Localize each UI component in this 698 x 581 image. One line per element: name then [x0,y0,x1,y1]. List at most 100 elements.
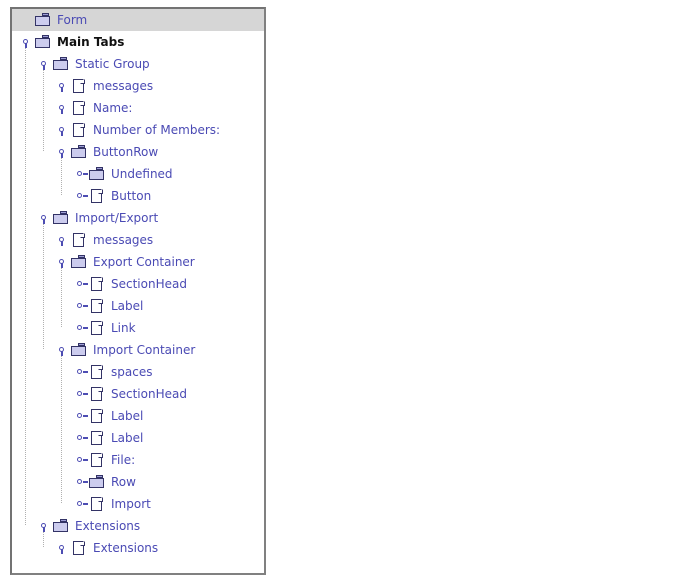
tree-node-undefined[interactable]: Undefined [74,163,173,185]
tree-row[interactable]: Extensions [12,515,264,537]
tree-row[interactable]: Name: [12,97,264,119]
expand-toggle-icon[interactable] [20,31,34,53]
folder-icon [70,143,88,161]
collapse-toggle-icon[interactable] [74,163,88,185]
tree-row[interactable]: Form [12,9,264,31]
tree-node-label: spaces [111,365,153,379]
tree-row[interactable]: Row [12,471,264,493]
tree-node-import-export[interactable]: Import/Export [38,207,158,229]
tree-row[interactable]: File: [12,449,264,471]
tree-node-label: Number of Members: [93,123,221,137]
tree-node-sectionhead[interactable]: SectionHead [74,383,187,405]
tree-node-button[interactable]: Button [74,185,151,207]
expand-toggle-icon[interactable] [56,339,70,361]
expand-toggle-icon[interactable] [56,97,70,119]
file-icon [88,495,106,513]
collapse-toggle-icon[interactable] [74,273,88,295]
file-icon [88,451,106,469]
collapse-toggle-icon[interactable] [74,361,88,383]
tree-node-label: Name: [93,101,133,115]
tree-row[interactable]: Main Tabs [12,31,264,53]
tree-row[interactable]: Link [12,317,264,339]
tree-row[interactable]: ButtonRow [12,141,264,163]
tree-node-spaces[interactable]: spaces [74,361,152,383]
collapse-toggle-icon[interactable] [74,383,88,405]
tree-node-label[interactable]: Label [74,427,143,449]
form-tree-panel[interactable]: Form Main Tabs Static Group messages Name: Nu… [10,7,266,575]
expand-toggle-icon[interactable] [56,229,70,251]
tree-row[interactable]: messages [12,229,264,251]
file-icon [70,121,88,139]
tree-node-number-of-members[interactable]: Number of Members: [56,119,220,141]
folder-icon [52,55,70,73]
tree-node-form[interactable]: Form [20,9,87,31]
tree-row[interactable]: Label [12,405,264,427]
file-icon [88,407,106,425]
collapse-toggle-icon[interactable] [74,493,88,515]
tree-node-messages[interactable]: messages [56,229,153,251]
collapse-toggle-icon[interactable] [74,471,88,493]
collapse-toggle-icon[interactable] [74,295,88,317]
tree-node-messages[interactable]: messages [56,75,153,97]
file-icon [88,275,106,293]
tree-node-label: Import Container [93,343,196,357]
tree-node-label: messages [93,79,154,93]
expand-toggle-icon[interactable] [38,207,52,229]
tree-node-import[interactable]: Import [74,493,151,515]
tree-row[interactable]: Number of Members: [12,119,264,141]
file-icon [88,187,106,205]
tree-node-label: Link [111,321,136,335]
tree-node-label: Undefined [111,167,173,181]
tree-node-static-group[interactable]: Static Group [38,53,150,75]
tree-row[interactable]: messages [12,75,264,97]
tree-row[interactable]: SectionHead [12,273,264,295]
tree-row[interactable]: Button [12,185,264,207]
file-icon [88,297,106,315]
tree-row[interactable]: Undefined [12,163,264,185]
tree-view[interactable]: Form Main Tabs Static Group messages Name: Nu… [12,9,264,559]
tree-row[interactable]: spaces [12,361,264,383]
tree-node-name[interactable]: Name: [56,97,132,119]
tree-node-buttonrow[interactable]: ButtonRow [56,141,158,163]
file-icon [70,99,88,117]
expand-toggle-icon[interactable] [56,75,70,97]
collapse-toggle-icon[interactable] [74,405,88,427]
folder-icon [34,11,52,29]
expand-toggle-icon[interactable] [38,53,52,75]
collapse-toggle-icon[interactable] [74,185,88,207]
tree-row[interactable]: Import [12,493,264,515]
tree-node-main-tabs[interactable]: Main Tabs [20,31,124,53]
tree-node-label[interactable]: Label [74,405,143,427]
tree-node-sectionhead[interactable]: SectionHead [74,273,187,295]
tree-node-file[interactable]: File: [74,449,135,471]
tree-node-import-container[interactable]: Import Container [56,339,195,361]
tree-row[interactable]: Label [12,427,264,449]
tree-row[interactable]: Static Group [12,53,264,75]
expand-toggle-icon[interactable] [56,537,70,559]
tree-row[interactable]: Import/Export [12,207,264,229]
expand-toggle-icon[interactable] [38,515,52,537]
collapse-toggle-icon[interactable] [74,317,88,339]
expand-toggle-icon[interactable] [56,119,70,141]
collapse-toggle-icon[interactable] [74,449,88,471]
expand-toggle-icon[interactable] [56,141,70,163]
tree-row[interactable]: Label [12,295,264,317]
tree-row[interactable]: Import Container [12,339,264,361]
tree-row[interactable]: SectionHead [12,383,264,405]
collapse-toggle-icon[interactable] [74,427,88,449]
tree-node-label: messages [93,233,154,247]
tree-node-label: Import [111,497,151,511]
tree-row[interactable]: Export Container [12,251,264,273]
tree-node-label: Extensions [93,541,159,555]
tree-node-row[interactable]: Row [74,471,136,493]
tree-node-extensions[interactable]: Extensions [56,537,158,559]
expand-toggle-icon[interactable] [56,251,70,273]
tree-node-export-container[interactable]: Export Container [56,251,195,273]
tree-node-label[interactable]: Label [74,295,143,317]
tree-row[interactable]: Extensions [12,537,264,559]
tree-node-label: Import/Export [75,211,159,225]
file-icon [70,231,88,249]
tree-node-extensions[interactable]: Extensions [38,515,140,537]
tree-node-label: SectionHead [111,277,187,291]
tree-node-link[interactable]: Link [74,317,136,339]
